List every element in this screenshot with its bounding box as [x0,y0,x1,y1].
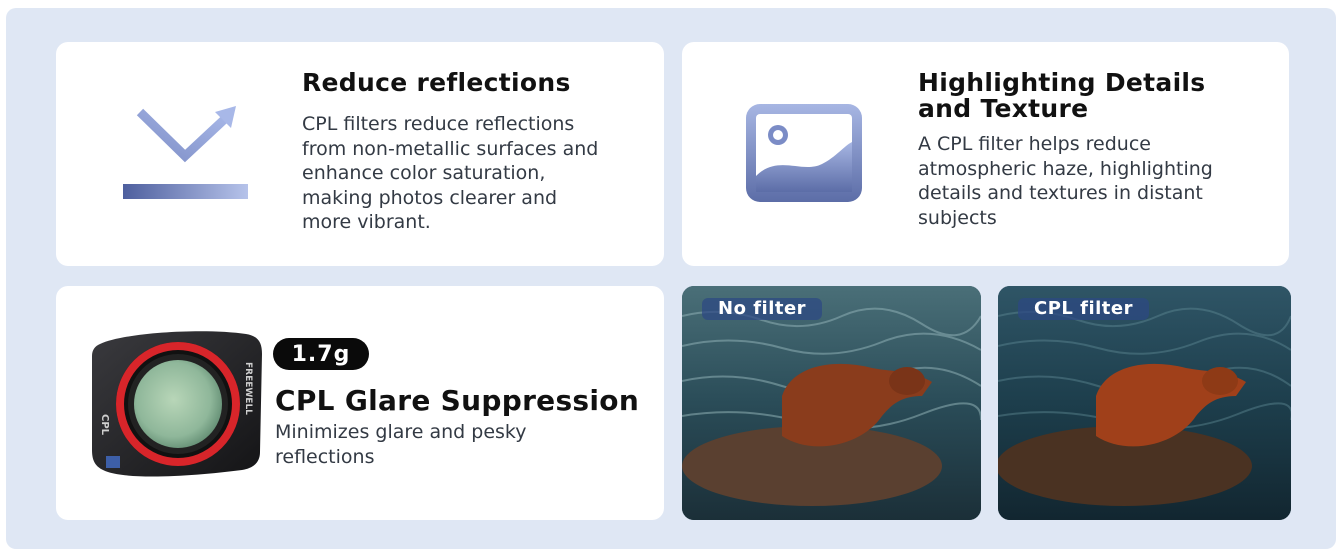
glare-suppression-description: Minimizes glare and pesky reflections [275,421,527,468]
cpl-filter-label: CPL filter [1018,298,1149,320]
glare-suppression-title: CPL Glare Suppression [275,384,640,417]
cpl-filter-photo [998,286,1291,520]
landscape-image-icon [746,104,862,202]
reflection-arrow-icon [123,106,248,199]
filter-type-label: CPL [99,414,110,436]
reduce-reflections-title: Reduce reflections [302,68,571,97]
brand-logo-icon [106,456,120,468]
no-filter-photo [682,286,981,520]
brand-label: FREEWELL [243,362,253,415]
details-texture-title: Highlighting Details and Texture [918,68,1206,123]
details-texture-description: A CPL filter helps reduce atmospheric ha… [918,133,1213,229]
weight-badge: 1.7g [273,338,369,370]
reduce-reflections-description: CPL filters reduce reflections from non-… [302,113,599,233]
cpl-filter-product-image: CPL FREEWELL [92,331,262,477]
no-filter-label: No filter [702,298,823,320]
